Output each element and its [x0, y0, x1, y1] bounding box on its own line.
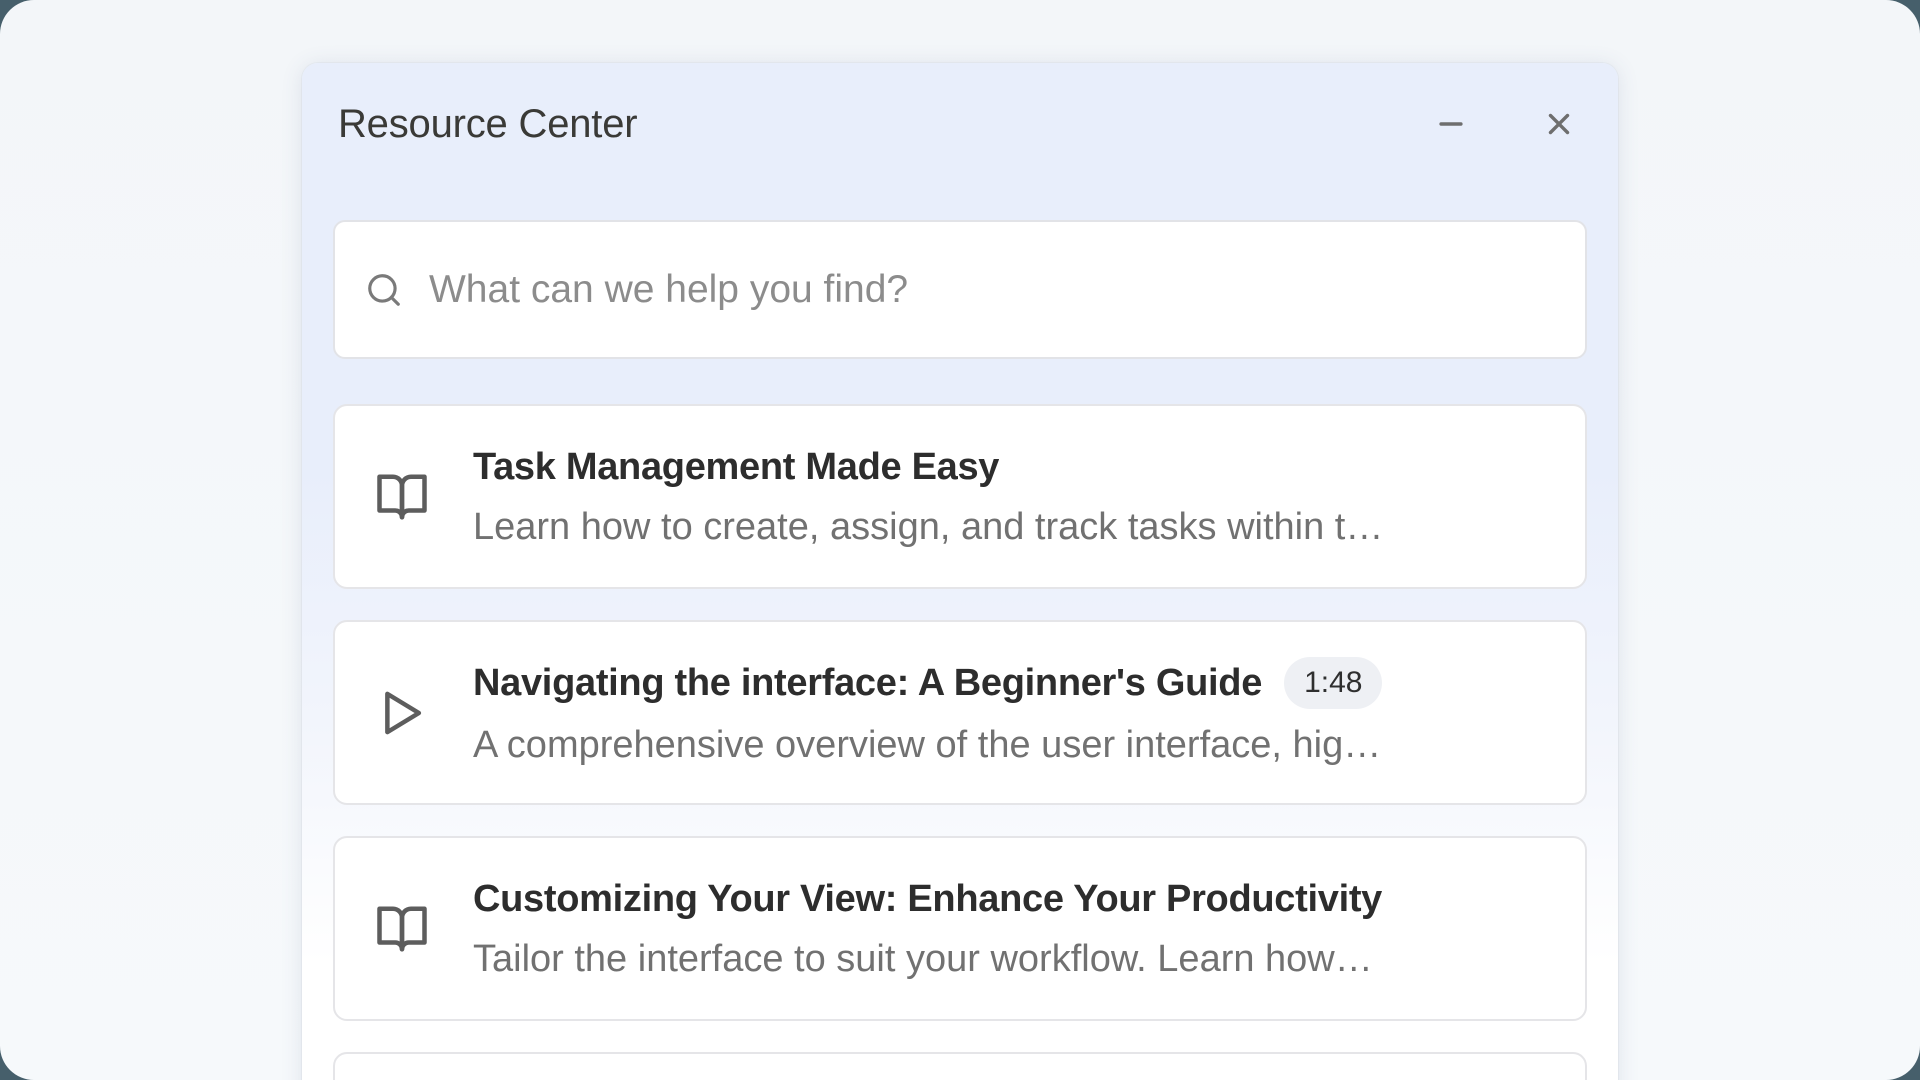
duration-badge: 1:48 — [1284, 657, 1382, 709]
resource-title-row: Task Management Made Easy — [473, 443, 1545, 491]
resource-title-row: Customizing Your View: Enhance Your Prod… — [473, 875, 1545, 923]
minus-icon — [1434, 107, 1468, 141]
resource-description: Tailor the interface to suit your workfl… — [473, 936, 1545, 982]
resource-title: Customizing Your View: Enhance Your Prod… — [473, 875, 1382, 923]
minimize-button[interactable] — [1426, 99, 1476, 149]
resource-card-body: Navigating the interface: A Beginner's G… — [473, 657, 1545, 768]
resource-list: Task Management Made Easy Learn how to c… — [333, 404, 1587, 1080]
panel-header: Resource Center — [302, 63, 1618, 149]
panel-content: Task Management Made Easy Learn how to c… — [302, 220, 1618, 1080]
resource-center-panel: Resource Center — [302, 63, 1618, 1080]
resource-title: Task Management Made Easy — [473, 443, 999, 491]
resource-card[interactable]: Task Management Made Easy Learn how to c… — [333, 404, 1587, 589]
resource-card-body: Customizing Your View: Enhance Your Prod… — [473, 875, 1545, 982]
play-icon — [375, 686, 429, 740]
book-open-icon — [375, 902, 429, 956]
search-icon — [365, 271, 403, 309]
resource-card-body: Task Management Made Easy Learn how to c… — [473, 443, 1545, 550]
search-box — [333, 220, 1587, 359]
search-input[interactable] — [429, 268, 1555, 312]
resource-card[interactable]: Customizing Your View: Enhance Your Prod… — [333, 836, 1587, 1021]
close-button[interactable] — [1534, 99, 1584, 149]
resource-card[interactable] — [333, 1052, 1587, 1080]
resource-description: Learn how to create, assign, and track t… — [473, 504, 1545, 550]
resource-card[interactable]: Navigating the interface: A Beginner's G… — [333, 620, 1587, 805]
close-icon — [1542, 107, 1576, 141]
screen-background: Resource Center — [0, 0, 1920, 1080]
resource-title-row: Navigating the interface: A Beginner's G… — [473, 657, 1545, 709]
book-open-icon — [375, 470, 429, 524]
panel-title: Resource Center — [338, 100, 1426, 148]
resource-title: Navigating the interface: A Beginner's G… — [473, 659, 1262, 707]
resource-description: A comprehensive overview of the user int… — [473, 722, 1545, 768]
